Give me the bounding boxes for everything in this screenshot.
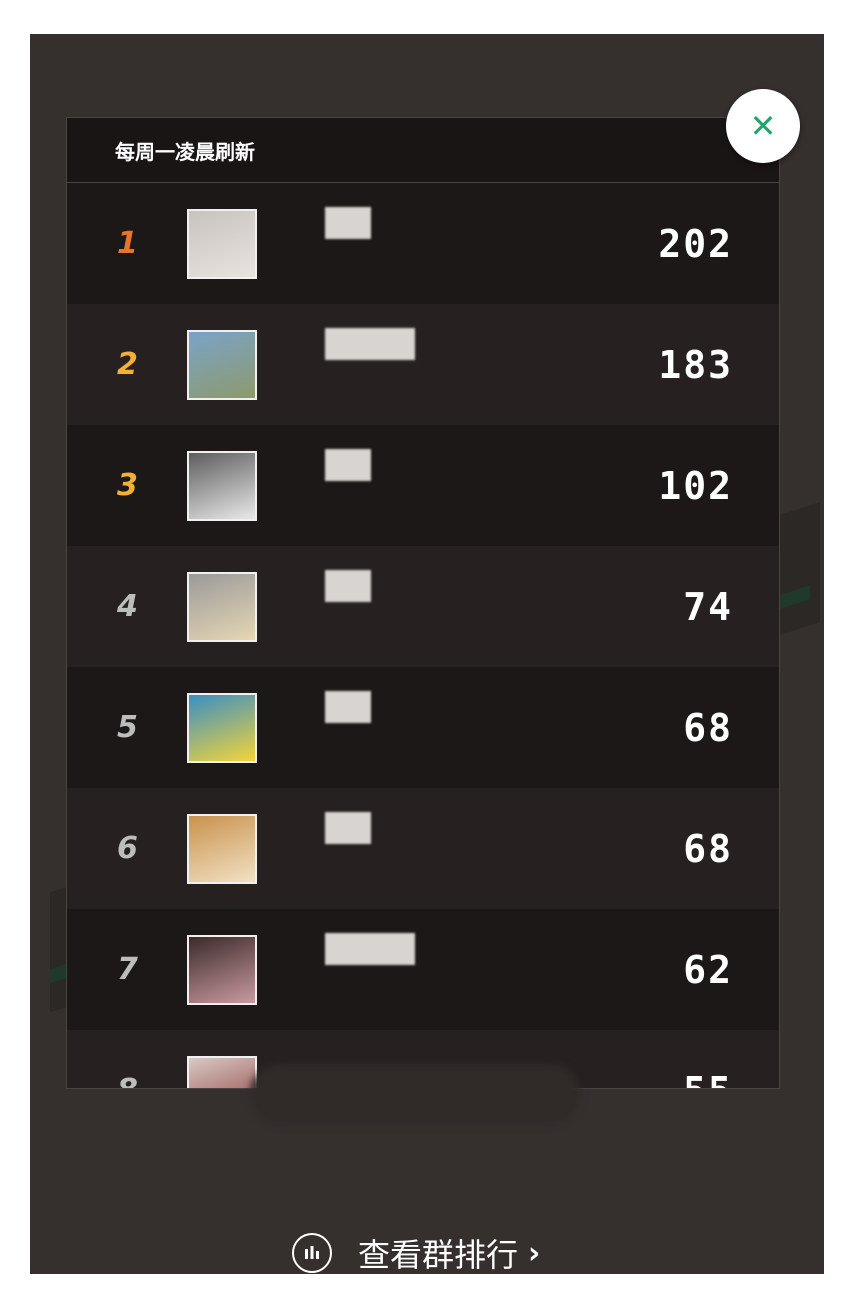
blurred-nickname (325, 812, 371, 844)
leaderboard-row[interactable]: 4 74 (67, 546, 779, 667)
avatar[interactable] (187, 1055, 257, 1088)
rank-number: 3 (117, 468, 138, 503)
step-score: 62 (683, 947, 733, 992)
rank-number: 2 (117, 347, 138, 382)
blurred-nickname (325, 449, 371, 481)
view-group-ranking-link[interactable]: 查看群排行 › (292, 1230, 540, 1274)
rank-number: 8 (117, 1073, 147, 1088)
avatar[interactable] (187, 571, 257, 642)
leaderboard-row[interactable]: 7 62 (67, 909, 779, 1030)
close-icon: ✕ (749, 107, 777, 145)
avatar-image (189, 815, 255, 882)
leaderboard-row[interactable]: 6 68 (67, 788, 779, 909)
avatar[interactable] (187, 692, 257, 763)
avatar[interactable] (187, 329, 257, 400)
rank-number: 6 (117, 831, 138, 866)
rank-number: 4 (117, 589, 138, 624)
avatar[interactable] (187, 934, 257, 1005)
blurred-nickname (325, 933, 415, 965)
view-group-ranking-label: 查看群排行 (358, 1236, 519, 1274)
blurred-nickname (325, 570, 371, 602)
avatar[interactable] (187, 813, 257, 884)
rank-number: 1 (117, 226, 138, 261)
rank-number: 7 (117, 952, 138, 987)
leaderboard-list[interactable]: 1 202 2 183 3 102 4 74 5 68 6 68 7 62 8 55 (67, 183, 779, 1089)
close-button[interactable]: ✕ (726, 89, 800, 163)
step-score: 55 (683, 1069, 733, 1089)
blurred-nickname (325, 691, 371, 723)
leaderboard-row[interactable]: 3 102 (67, 425, 779, 546)
leaderboard-row[interactable]: 1 202 (67, 183, 779, 304)
blurred-nickname (325, 207, 371, 239)
step-score: 102 (658, 463, 733, 508)
avatar-image (189, 694, 255, 761)
avatar-image (189, 452, 255, 519)
step-score: 202 (658, 221, 733, 266)
avatar-image (189, 331, 255, 398)
step-score: 68 (683, 826, 733, 871)
leaderboard-row[interactable]: 2 183 (67, 304, 779, 425)
avatar[interactable] (187, 208, 257, 279)
avatar-image (189, 573, 255, 640)
leaderboard-panel: 每周一凌晨刷新 1 202 2 183 3 102 4 74 5 68 6 68 7 62 8 55 (66, 117, 780, 1089)
avatar-image (189, 936, 255, 1003)
scroll-overlay (250, 1064, 580, 1124)
avatar[interactable] (187, 450, 257, 521)
leaderboard-row[interactable]: 5 68 (67, 667, 779, 788)
bar-chart-icon (292, 1233, 332, 1273)
refresh-note: 每周一凌晨刷新 (67, 118, 779, 183)
step-score: 68 (683, 705, 733, 750)
screen-background: 每周一凌晨刷新 1 202 2 183 3 102 4 74 5 68 6 68 7 62 8 55 ✕ 查看… (30, 34, 824, 1274)
step-score: 74 (683, 584, 733, 629)
blurred-nickname (325, 328, 415, 360)
rank-number: 5 (117, 710, 138, 745)
step-score: 183 (658, 342, 733, 387)
avatar-image (189, 210, 255, 277)
chevron-right-icon: › (528, 1235, 541, 1271)
avatar-image (189, 1057, 255, 1088)
